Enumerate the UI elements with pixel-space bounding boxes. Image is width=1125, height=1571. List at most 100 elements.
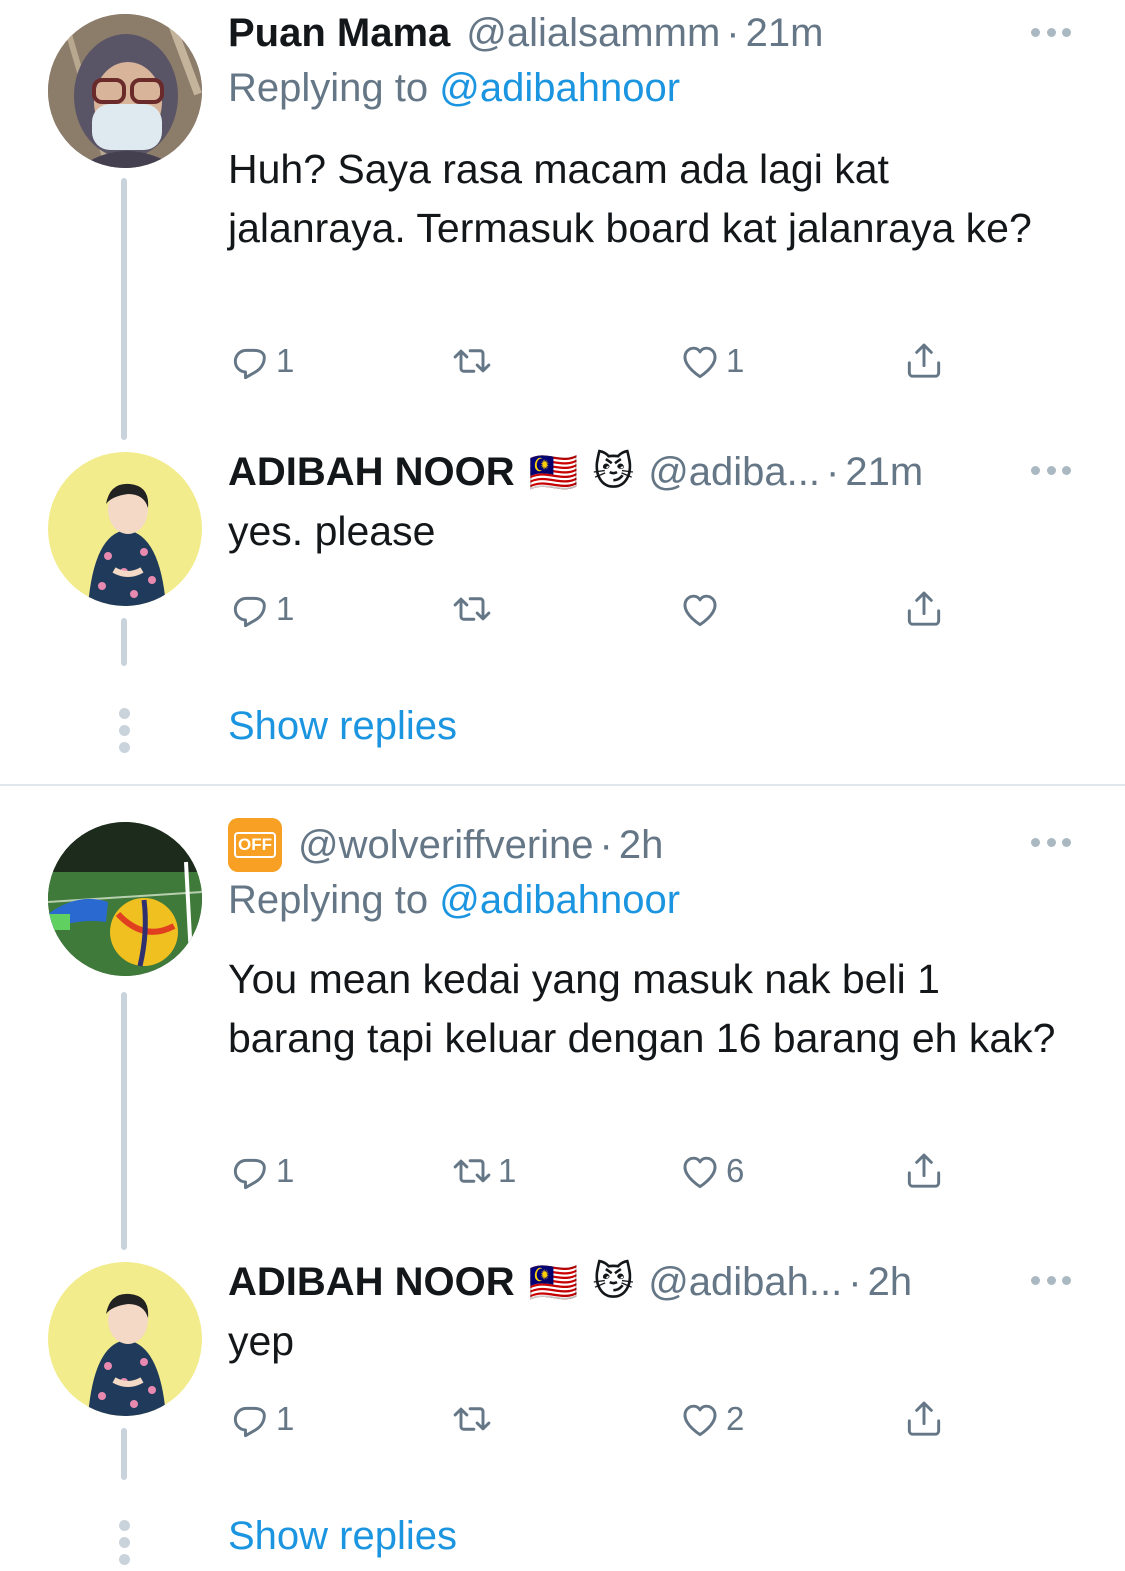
avatar-image [48, 452, 202, 606]
more-icon[interactable] [1031, 822, 1071, 862]
reply-count: 1 [276, 590, 295, 627]
reply-count: 1 [276, 1152, 295, 1189]
more-icon[interactable] [1031, 12, 1071, 52]
author-handle[interactable]: @adibah... [648, 1260, 842, 1305]
more-icon[interactable] [1031, 1260, 1071, 1300]
off-icon-label: OFF [234, 832, 276, 858]
retweet-icon [450, 1149, 494, 1193]
tweet-header: Puan Mama @alialsammm · 21m [228, 3, 823, 63]
thread-dots-icon [117, 1520, 131, 1571]
flag-emoji: 🇲🇾 [528, 450, 579, 495]
timestamp[interactable]: 21m [746, 11, 824, 56]
thread-dots-icon [117, 708, 131, 759]
avatar[interactable] [48, 1262, 202, 1416]
reply-button[interactable]: 1 [228, 1394, 294, 1444]
share-icon [902, 587, 946, 631]
reply-button[interactable]: 1 [228, 1146, 294, 1196]
like-icon [678, 1397, 722, 1441]
share-button[interactable] [902, 584, 946, 634]
reply-icon [228, 1397, 272, 1441]
thread-line [121, 618, 127, 666]
cat-emoji: 😼 [592, 1260, 635, 1304]
share-button[interactable] [902, 1394, 946, 1444]
share-icon [902, 339, 946, 383]
like-button[interactable]: 6 [678, 1146, 744, 1196]
like-count: 1 [726, 342, 745, 379]
flag-emoji: 🇲🇾 [528, 1260, 579, 1305]
avatar-image [48, 1262, 202, 1416]
timestamp[interactable]: 21m [845, 450, 923, 495]
reply-button[interactable]: 1 [228, 584, 294, 634]
tweet-actions: 1 1 [228, 336, 988, 386]
replying-prefix: Replying to [228, 878, 440, 922]
tweet-actions: 1 2 [228, 1394, 988, 1444]
cat-emoji: 😼 [592, 450, 635, 494]
replying-prefix: Replying to [228, 66, 440, 110]
timestamp[interactable]: 2h [619, 823, 664, 868]
thread-line [121, 178, 127, 440]
reply-icon [228, 587, 272, 631]
retweet-button[interactable] [450, 584, 498, 634]
author-handle[interactable]: @adiba... [648, 450, 820, 495]
share-button[interactable] [902, 1146, 946, 1196]
avatar-image [48, 14, 202, 168]
separator: · [848, 1259, 862, 1304]
like-icon [678, 339, 722, 383]
divider [0, 784, 1125, 786]
tweet-text: yes. please [228, 508, 436, 554]
retweet-count: 1 [498, 1152, 517, 1189]
reply-count: 1 [276, 1400, 295, 1437]
share-icon [902, 1397, 946, 1441]
tweet-header: ADIBAH NOOR 🇲🇾 😼 @adibah... · 2h [228, 1252, 912, 1312]
more-icon[interactable] [1031, 450, 1071, 490]
separator: · [826, 449, 840, 494]
replying-to: Replying to @adibahnoor [228, 66, 680, 111]
reply-icon [228, 1149, 272, 1193]
tweet-actions: 1 1 6 [228, 1146, 988, 1196]
retweet-icon [450, 587, 494, 631]
timestamp[interactable]: 2h [868, 1260, 913, 1305]
like-icon [678, 1149, 722, 1193]
like-count: 2 [726, 1400, 745, 1437]
avatar[interactable] [48, 14, 202, 168]
tweet-text: You mean kedai yang masuk nak beli 1 bar… [228, 956, 1056, 1061]
author-name[interactable]: Puan Mama [228, 11, 450, 56]
retweet-icon [450, 339, 494, 383]
retweet-button[interactable] [450, 1394, 498, 1444]
tweet-actions: 1 [228, 584, 988, 634]
like-button[interactable]: 2 [678, 1394, 744, 1444]
separator: · [599, 822, 613, 867]
tweet-text: Huh? Saya rasa macam ada lagi kat jalanr… [228, 146, 1032, 251]
thread-line [121, 1428, 127, 1480]
thread-line [121, 992, 127, 1250]
author-name[interactable]: ADIBAH NOOR [228, 450, 515, 495]
replying-to: Replying to @adibahnoor [228, 878, 680, 923]
tweet-header: OFF @wolveriffverine · 2h [228, 815, 663, 875]
like-count: 6 [726, 1152, 745, 1189]
show-replies-link[interactable]: Show replies [228, 704, 457, 749]
mention-link[interactable]: @adibahnoor [439, 66, 680, 110]
author-handle[interactable]: @alialsammm [466, 11, 720, 56]
avatar-image [48, 822, 202, 976]
tweet-text: yep [228, 1318, 295, 1364]
share-icon [902, 1149, 946, 1193]
like-icon [678, 587, 722, 631]
reply-icon [228, 339, 272, 383]
avatar[interactable] [48, 822, 202, 976]
off-phone-icon: OFF [228, 818, 282, 872]
like-button[interactable]: 1 [678, 336, 744, 386]
share-button[interactable] [902, 336, 946, 386]
retweet-icon [450, 1397, 494, 1441]
mention-link[interactable]: @adibahnoor [439, 878, 680, 922]
author-name[interactable]: ADIBAH NOOR [228, 1260, 515, 1305]
author-handle[interactable]: @wolveriffverine [298, 823, 594, 868]
separator: · [726, 10, 740, 55]
reply-count: 1 [276, 342, 295, 379]
like-button[interactable] [678, 584, 726, 634]
show-replies-link[interactable]: Show replies [228, 1514, 457, 1559]
retweet-button[interactable]: 1 [450, 1146, 516, 1196]
reply-button[interactable]: 1 [228, 336, 294, 386]
avatar[interactable] [48, 452, 202, 606]
retweet-button[interactable] [450, 336, 498, 386]
tweet-header: ADIBAH NOOR 🇲🇾 😼 @adiba... · 21m [228, 442, 923, 502]
